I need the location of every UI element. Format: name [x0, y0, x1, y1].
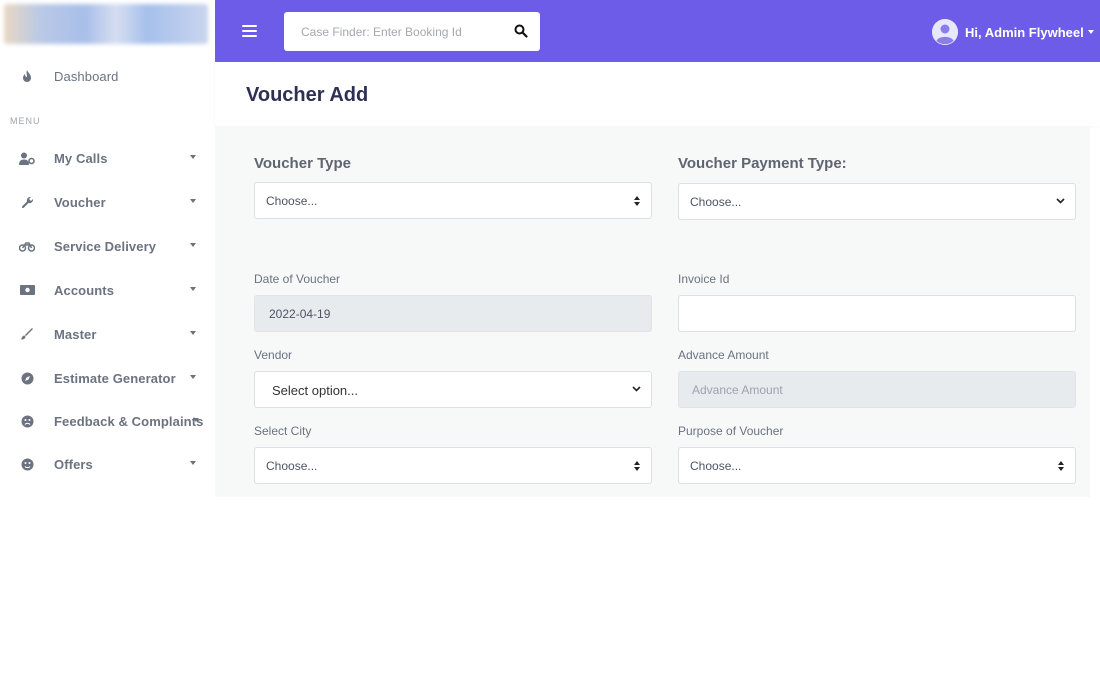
vendor-value: Select option...: [272, 383, 358, 398]
advance-amount-label: Advance Amount: [678, 348, 769, 362]
chevron-down-icon: [190, 287, 196, 291]
sidebar-item-estimate-generator[interactable]: Estimate Generator: [0, 363, 215, 393]
user-cog-icon: [19, 150, 35, 166]
money-bill-icon: [19, 282, 35, 298]
user-menu[interactable]: Hi, Admin Flywheel: [932, 18, 1094, 46]
avatar: [932, 19, 958, 45]
sidebar-item-accounts[interactable]: Accounts: [0, 275, 215, 305]
sidebar-item-label: Feedback & Complaints: [54, 413, 204, 429]
brush-icon: [19, 326, 35, 342]
chevron-down-icon: [193, 418, 199, 422]
sidebar-item-label: Offers: [54, 456, 93, 472]
chevron-down-icon: [190, 243, 196, 247]
purpose-label: Purpose of Voucher: [678, 424, 784, 438]
city-value: Choose...: [266, 459, 318, 473]
page-header: Voucher Add: [215, 62, 1100, 126]
sidebar-item-feedback-complaints[interactable]: Feedback & Complaints: [0, 406, 215, 436]
advance-amount-placeholder: Advance Amount: [692, 383, 783, 397]
vendor-select[interactable]: Select option...: [254, 371, 652, 408]
payment-type-select[interactable]: Choose...: [678, 183, 1076, 220]
chevron-down-icon: [190, 375, 196, 379]
motorcycle-icon: [19, 238, 35, 254]
select-arrows-icon: [634, 196, 640, 206]
vendor-label: Vendor: [254, 348, 293, 362]
chevron-down-icon: [1087, 30, 1094, 34]
chevron-down-icon: [190, 199, 196, 203]
date-of-voucher-field: 2022-04-19: [254, 295, 652, 332]
date-value: 2022-04-19: [269, 307, 331, 321]
advance-amount-field: Advance Amount: [678, 371, 1076, 408]
sidebar-item-label: Accounts: [54, 282, 115, 298]
date-label: Date of Voucher: [254, 272, 341, 286]
sidebar-item-master[interactable]: Master: [0, 319, 215, 349]
select-arrows-icon: [634, 461, 640, 471]
payment-type-value: Choose...: [690, 195, 742, 209]
invoice-id-field[interactable]: [678, 295, 1076, 332]
case-finder-search: [284, 12, 540, 51]
sidebar-item-label: Service Delivery: [54, 238, 157, 254]
payment-type-label: Voucher Payment Type:: [678, 155, 847, 172]
sidebar-item-my-calls[interactable]: My Calls: [0, 143, 215, 173]
select-arrows-icon: [1058, 461, 1064, 471]
chevron-down-icon: [190, 461, 196, 465]
city-label: Select City: [254, 424, 312, 438]
sidebar-item-label: My Calls: [54, 150, 108, 166]
menu-section-title: MENU: [10, 116, 41, 126]
compass-icon: [19, 370, 35, 386]
chevron-down-icon: [190, 331, 196, 335]
top-navbar: Hi, Admin Flywheel: [215, 0, 1100, 62]
city-select[interactable]: Choose...: [254, 447, 652, 484]
voucher-type-label: Voucher Type: [254, 155, 351, 172]
voucher-form: Voucher Type Choose... Voucher Payment T…: [215, 126, 1090, 497]
sidebar-item-label: Estimate Generator: [54, 370, 176, 386]
user-name: Hi, Admin Flywheel: [965, 24, 1084, 40]
invoice-id-input[interactable]: [679, 296, 1075, 331]
sidebar-item-service-delivery[interactable]: Service Delivery: [0, 231, 215, 261]
frown-icon: [19, 413, 35, 429]
search-icon[interactable]: [514, 24, 528, 38]
sidebar-item-dashboard[interactable]: Dashboard: [0, 61, 215, 91]
purpose-select[interactable]: Choose...: [678, 447, 1076, 484]
sidebar-item-offers[interactable]: Offers: [0, 449, 215, 479]
fire-icon: [19, 68, 35, 84]
purpose-value: Choose...: [690, 459, 742, 473]
wrench-icon: [19, 194, 35, 210]
sidebar-item-label: Voucher: [54, 194, 106, 210]
sidebar-item-label: Master: [54, 326, 97, 342]
chevron-down-icon: [1056, 198, 1065, 204]
sidebar-item-voucher[interactable]: Voucher: [0, 187, 215, 217]
brand-logo[interactable]: [4, 4, 208, 44]
page-title: Voucher Add: [246, 84, 369, 106]
chevron-down-icon: [190, 155, 196, 159]
chevron-down-icon: [632, 386, 641, 392]
hamburger-menu-icon[interactable]: [242, 25, 257, 37]
voucher-type-value: Choose...: [266, 194, 318, 208]
voucher-type-select[interactable]: Choose...: [254, 182, 652, 219]
invoice-id-label: Invoice Id: [678, 272, 730, 286]
sidebar: Dashboard MENU My Calls Voucher Service …: [0, 0, 215, 497]
sidebar-item-label: Dashboard: [54, 68, 119, 84]
search-input[interactable]: [284, 12, 499, 51]
smile-icon: [19, 456, 35, 472]
